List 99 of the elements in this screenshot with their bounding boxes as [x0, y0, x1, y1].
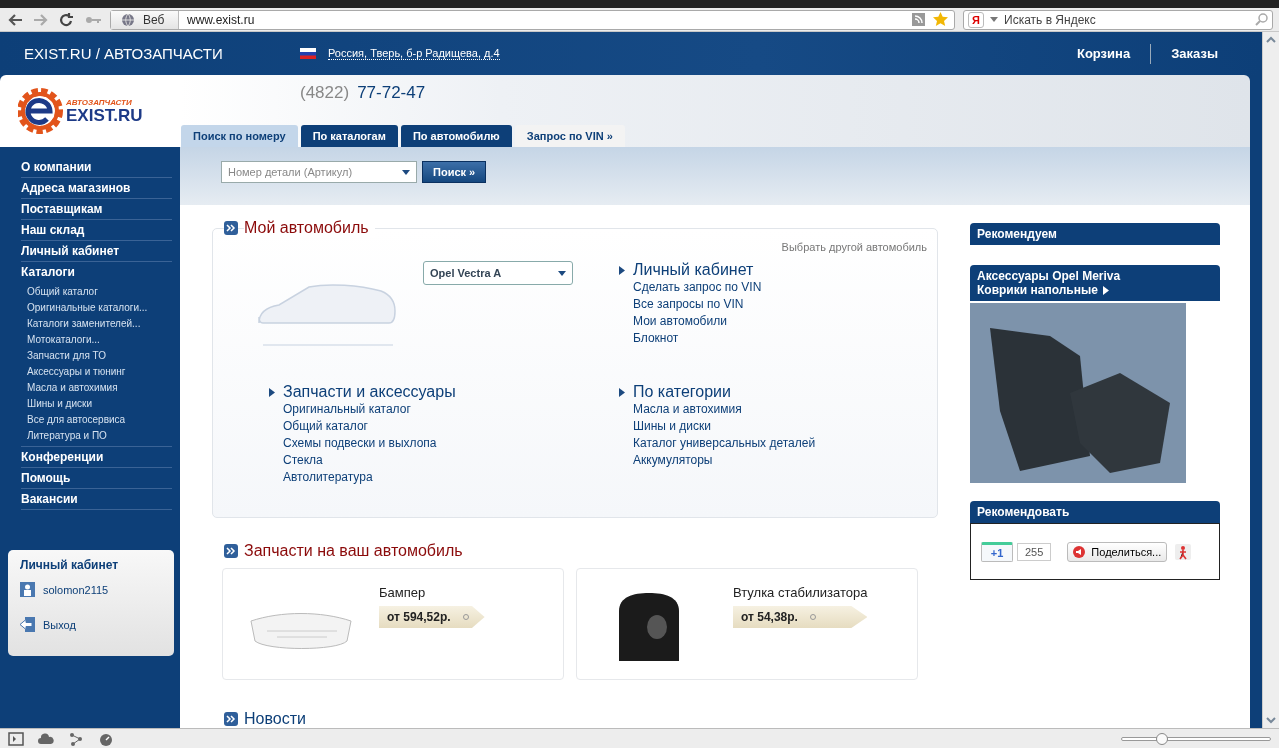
logo-name: EXIST.RU — [66, 107, 143, 124]
address-bar[interactable]: Веб www.exist.ru — [110, 9, 955, 30]
search-icon[interactable] — [1255, 13, 1268, 26]
part-number-field[interactable]: Номер детали (Артикул) — [221, 161, 417, 183]
sidebar-item[interactable]: О компании — [21, 157, 172, 178]
site-title: EXIST.RU / АВТОЗАПЧАСТИ — [24, 45, 224, 62]
section-title: Новости — [244, 710, 306, 728]
promo-link[interactable]: Коврики напольные — [977, 283, 1213, 297]
panel-icon[interactable] — [8, 731, 24, 746]
sidebar-item[interactable]: Конференции — [21, 447, 172, 468]
recommend-header: Рекомендуем — [970, 223, 1220, 245]
category-link[interactable]: Оригинальный каталог — [283, 401, 619, 418]
search-tab[interactable]: Поиск по номеру — [181, 125, 298, 147]
sidebar-subitem[interactable]: Запчасти для ТО — [21, 347, 161, 363]
category-link[interactable]: Общий каталог — [283, 418, 619, 435]
price-tag: от 594,52р. — [379, 606, 485, 628]
exit-arrow-icon — [20, 617, 35, 632]
sidebar-item[interactable]: Поставщикам — [21, 199, 172, 220]
location-link[interactable]: Россия, Тверь, б-р Радищева, д.4 — [328, 47, 500, 60]
category-link[interactable]: Автолитература — [283, 469, 619, 486]
category-link[interactable]: Схемы подвески и выхлопа — [283, 435, 619, 452]
rss-icon[interactable] — [912, 13, 925, 26]
sidebar-subitem[interactable]: Каталоги заменителей... — [21, 315, 161, 331]
person-icon[interactable] — [1175, 543, 1192, 560]
category-link[interactable]: Аккумуляторы — [633, 452, 927, 469]
price-tag: от 54,38р. — [733, 606, 868, 628]
logo-tagline: АВТОЗАПЧАСТИ — [66, 98, 133, 107]
category-title[interactable]: По категории — [633, 383, 731, 401]
zoom-thumb[interactable] — [1155, 732, 1168, 745]
sidebar-subitem[interactable]: Все для автосервиса — [21, 411, 161, 427]
sidebar-item[interactable]: Вакансии — [21, 489, 172, 510]
triangle-icon — [269, 387, 275, 397]
sidebar-subitem[interactable]: Мотокаталоги... — [21, 331, 161, 347]
header-link[interactable]: Корзина — [1056, 46, 1151, 61]
promo-title: Аксессуары Opel Meriva — [977, 269, 1122, 283]
sidebar-item[interactable]: Адреса магазинов — [21, 178, 172, 199]
user-link[interactable]: solomon2115 — [20, 582, 162, 597]
forward-icon[interactable] — [32, 11, 50, 28]
section-title: Запчасти на ваш автомобиль — [244, 542, 463, 560]
sidebar-subitem[interactable]: Аксессуары и тюнинг — [21, 363, 161, 379]
sidebar-subitem[interactable]: Масла и автохимия — [21, 379, 161, 395]
category-link[interactable]: Каталог универсальных деталей — [633, 435, 927, 452]
category-link[interactable]: Мои автомобили — [633, 313, 927, 330]
vin-request-link[interactable]: Запрос по VIN » — [514, 125, 625, 147]
star-icon[interactable] — [933, 12, 948, 27]
double-arrow-icon — [224, 544, 238, 558]
globe-icon — [121, 12, 135, 27]
category-title[interactable]: Запчасти и аксессуары — [283, 383, 456, 401]
caret-icon[interactable] — [990, 17, 998, 22]
sidebar-subitem[interactable]: Оригинальные каталоги... — [21, 299, 161, 315]
search-tab[interactable]: По каталогам — [300, 125, 398, 147]
search-field[interactable]: Я Искать в Яндекс — [963, 9, 1273, 30]
search-button[interactable]: Поиск » — [422, 161, 487, 183]
triangle-icon — [619, 265, 625, 275]
sidebar-subitem[interactable]: Общий каталог — [21, 283, 161, 299]
phone-code: (4822) — [300, 83, 350, 103]
category-link[interactable]: Блокнот — [633, 330, 927, 347]
sidebar-item[interactable]: Помощь — [21, 468, 172, 489]
share-nodes-icon[interactable] — [68, 731, 84, 746]
category-link[interactable]: Все запросы по VIN — [633, 296, 927, 313]
logout-link[interactable]: Выход — [20, 617, 162, 632]
category-link[interactable]: Стекла — [283, 452, 619, 469]
back-icon[interactable] — [6, 11, 24, 28]
sidebar-item[interactable]: Каталоги — [21, 262, 172, 283]
sidebar-subitem[interactable]: Шины и диски — [21, 395, 161, 411]
address-label: Веб — [143, 12, 165, 27]
flag-icon — [300, 48, 316, 59]
share-button[interactable]: Поделиться... — [1067, 541, 1168, 562]
cloud-icon[interactable] — [38, 731, 54, 746]
speaker-icon — [1073, 545, 1086, 558]
sidebar-item[interactable]: Наш склад — [21, 220, 172, 241]
account-title: Личный кабинет — [20, 558, 120, 572]
plus-one-button[interactable]: +1 — [981, 541, 1013, 562]
user-icon — [20, 582, 35, 597]
share-count: 255 — [1017, 542, 1052, 561]
phone-number: 77-72-47 — [357, 83, 426, 103]
change-car-link[interactable]: Выбрать другой автомобиль — [781, 241, 927, 253]
category-link[interactable]: Сделать запрос по VIN — [633, 279, 927, 296]
reload-icon[interactable] — [58, 11, 76, 28]
car-model-select[interactable]: Opel Vectra A — [423, 261, 573, 285]
triangle-icon — [1102, 285, 1109, 295]
caret-icon — [402, 169, 410, 175]
search-engine-logo[interactable]: Я — [968, 11, 984, 28]
category-link[interactable]: Масла и автохимия — [633, 401, 927, 418]
sidebar-item[interactable]: Личный кабинет — [21, 241, 172, 262]
double-arrow-icon — [224, 221, 238, 235]
search-tab[interactable]: По автомобилю — [400, 125, 512, 147]
part-name[interactable]: Втулка стабилизатора — [733, 585, 868, 600]
sidebar-subitem[interactable]: Литература и ПО — [21, 427, 161, 443]
header-link[interactable]: Заказы — [1151, 46, 1238, 61]
triangle-icon — [619, 387, 625, 397]
category-title[interactable]: Личный кабинет — [633, 261, 754, 279]
part-name[interactable]: Бампер — [379, 585, 485, 600]
url-text: www.exist.ru — [186, 12, 256, 27]
category-link[interactable]: Шины и диски — [633, 418, 927, 435]
speedometer-icon[interactable] — [98, 731, 114, 746]
search-placeholder: Искать в Яндекс — [1004, 12, 1097, 27]
caret-icon — [558, 270, 566, 276]
share-header: Рекомендовать — [970, 501, 1220, 523]
